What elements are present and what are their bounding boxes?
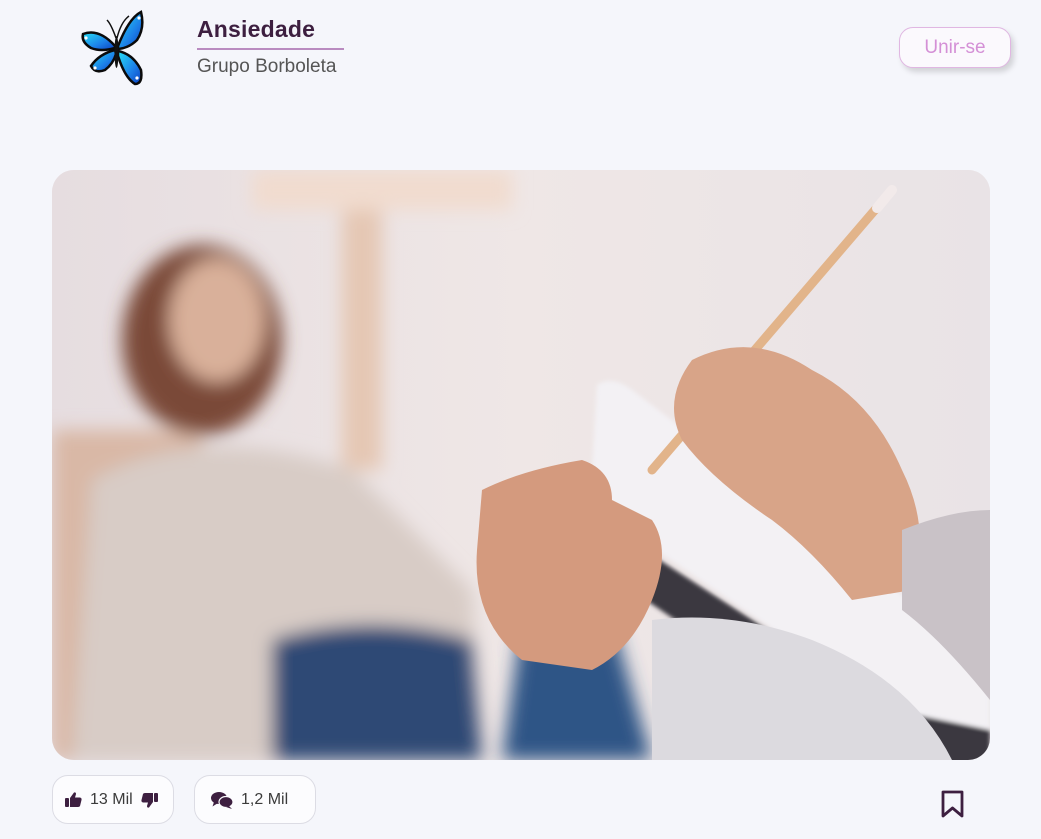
comments-button[interactable]: 1,2 Mil bbox=[194, 775, 316, 824]
butterfly-logo-icon bbox=[77, 8, 147, 88]
group-title: Ansiedade bbox=[197, 16, 344, 50]
likes-count: 13 Mil bbox=[90, 790, 133, 808]
post-image[interactable] bbox=[52, 170, 990, 760]
bookmark-icon[interactable] bbox=[941, 790, 964, 818]
comments-icon bbox=[211, 791, 233, 809]
thumbs-up-icon[interactable] bbox=[65, 791, 82, 808]
comments-count: 1,2 Mil bbox=[241, 790, 289, 808]
group-subtitle: Grupo Borboleta bbox=[197, 56, 337, 77]
join-button[interactable]: Unir-se bbox=[899, 27, 1011, 68]
thumbs-down-icon[interactable] bbox=[141, 792, 158, 808]
reactions-pill: 13 Mil bbox=[52, 775, 174, 824]
